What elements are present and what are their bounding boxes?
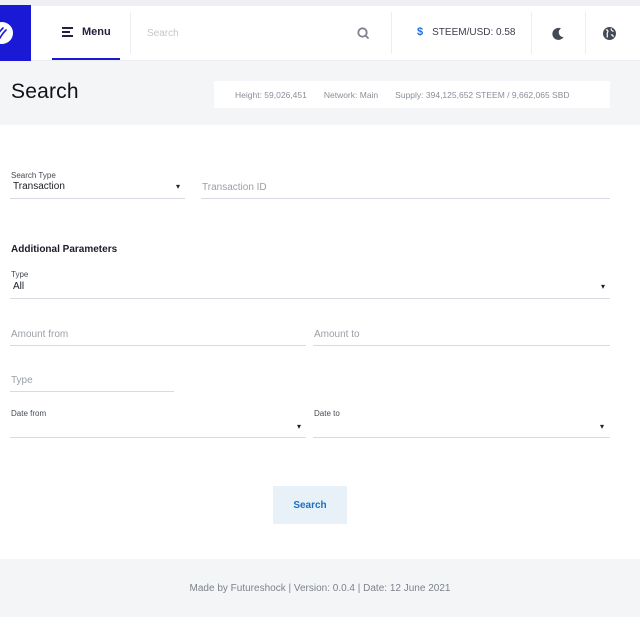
search-type-value: Transaction <box>13 181 65 192</box>
footer-text: Made by Futureshock | Version: 0.0.4 | D… <box>189 582 451 594</box>
menu-button[interactable]: Menu <box>52 6 120 60</box>
menu-label: Menu <box>82 26 111 38</box>
amount-to-placeholder: Amount to <box>314 329 360 340</box>
search-input[interactable] <box>140 20 340 46</box>
nav-divider <box>130 12 131 54</box>
steem-logo-icon[interactable] <box>0 5 31 61</box>
amount-to-field[interactable]: Amount to <box>313 327 610 346</box>
price-text: STEEM/USD: 0.58 <box>432 26 516 38</box>
transaction-id-placeholder: Transaction ID <box>202 182 267 193</box>
type-select[interactable]: All ▾ <box>10 279 610 299</box>
search-type-label: Search Type <box>11 171 56 180</box>
nav-divider <box>585 12 586 54</box>
type-placeholder: Type <box>11 375 33 386</box>
nav-divider <box>391 12 392 54</box>
globe-icon[interactable] <box>601 25 618 42</box>
chevron-down-icon: ▾ <box>601 282 606 291</box>
additional-parameters-heading: Additional Parameters <box>11 244 118 255</box>
top-navigation: Menu $ STEEM/USD: 0.58 <box>0 0 640 61</box>
network-name: Network: Main <box>323 89 379 100</box>
date-to-select[interactable]: ▾ <box>313 418 610 438</box>
page-header: Search Height: 59,026,451 Network: Main … <box>0 61 640 125</box>
chevron-down-icon: ▾ <box>176 182 181 191</box>
amount-from-placeholder: Amount from <box>11 329 69 340</box>
chevron-down-icon: ▾ <box>297 422 302 431</box>
page-title: Search <box>11 80 79 103</box>
type-field[interactable]: Type <box>10 373 174 392</box>
transaction-id-field[interactable]: Transaction ID <box>201 180 610 199</box>
type-select-value: All <box>13 281 25 292</box>
block-height: Height: 59,026,451 <box>235 89 307 100</box>
dollar-icon: $ <box>417 26 424 38</box>
moon-icon[interactable] <box>550 26 566 42</box>
token-supply: Supply: 394,125,652 STEEM / 9,662,065 SB… <box>395 89 570 100</box>
search-button[interactable]: Search <box>273 486 347 524</box>
amount-from-field[interactable]: Amount from <box>10 327 306 346</box>
nav-divider <box>531 12 532 54</box>
footer: Made by Futureshock | Version: 0.0.4 | D… <box>0 559 640 617</box>
date-to-label: Date to <box>314 409 340 418</box>
chevron-down-icon: ▾ <box>600 422 605 431</box>
type-select-label: Type <box>11 270 29 279</box>
network-stats: Height: 59,026,451 Network: Main Supply:… <box>214 81 610 108</box>
menu-lines-icon <box>62 27 73 37</box>
search-type-select[interactable]: Transaction ▾ <box>10 180 185 199</box>
date-from-select[interactable]: ▾ <box>10 418 306 438</box>
price-ticker: $ STEEM/USD: 0.58 <box>417 26 515 38</box>
date-from-label: Date from <box>11 409 47 418</box>
search-icon[interactable] <box>356 26 370 40</box>
